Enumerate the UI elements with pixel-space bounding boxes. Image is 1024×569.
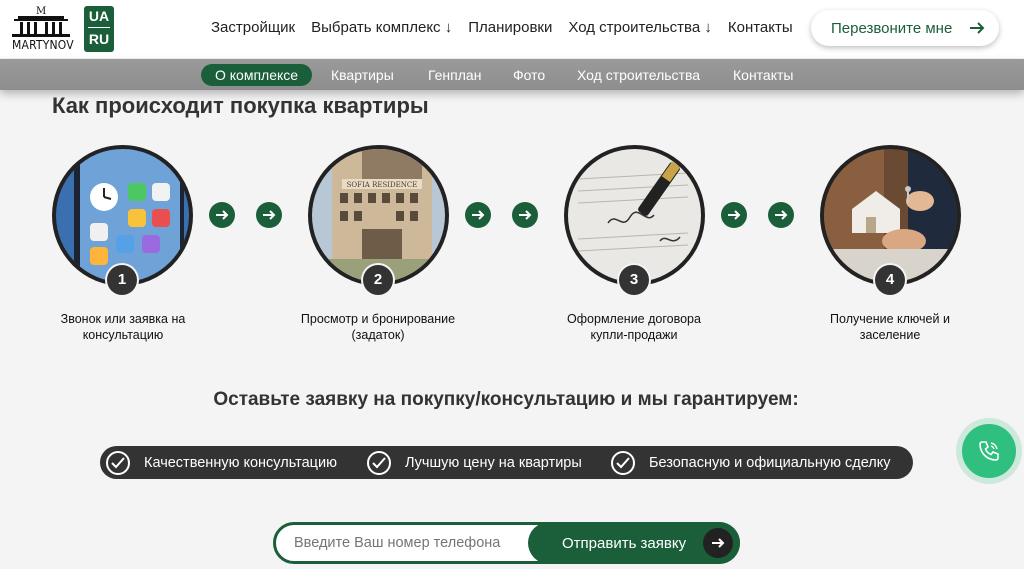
check-icon (611, 450, 635, 475)
logo-building-icon: M (12, 6, 70, 37)
step-2-number: 2 (363, 265, 393, 295)
step-3-label: Оформление договора купли-продажи (567, 312, 701, 342)
submit-button[interactable]: Отправить заявку (528, 522, 740, 564)
guarantee-label: Безопасную и официальную сделку (649, 454, 891, 471)
language-switcher[interactable]: UA RU (84, 6, 114, 52)
step-1-number: 1 (107, 265, 137, 295)
guarantee-label: Лучшую цену на квартиры (405, 454, 582, 471)
step-1-label: Звонок или заявка на консультацию (60, 312, 186, 342)
step-arrow-icon (209, 202, 235, 228)
check-icon (367, 450, 391, 475)
arrow-right-icon (703, 528, 733, 558)
step-4-number: 4 (875, 265, 905, 295)
step-arrow-icon (256, 202, 282, 228)
phone-input[interactable] (294, 535, 524, 551)
phone-call-icon (979, 441, 999, 461)
nav-developer[interactable]: Застройщик (211, 19, 295, 36)
step-2-label: Просмотр и бронирование (задаток) (300, 312, 456, 342)
header: M MARTYNOV UA RU Застройщик Выбрать комп… (0, 0, 1024, 58)
call-button[interactable] (962, 424, 1016, 478)
step-arrow-icon (512, 202, 538, 228)
lang-ua[interactable]: UA (84, 6, 114, 26)
step-3-number: 3 (619, 265, 649, 295)
subnav-contacts[interactable]: Контакты (733, 64, 793, 86)
nav-construction[interactable]: Ход строительства ↓ (568, 19, 712, 36)
step-arrow-icon (721, 202, 747, 228)
check-icon (106, 450, 130, 475)
subnav-photo[interactable]: Фото (513, 64, 545, 86)
nav-contacts[interactable]: Контакты (728, 19, 793, 36)
subnav-master-plan[interactable]: Генплан (428, 64, 481, 86)
submit-label: Отправить заявку (562, 534, 687, 552)
callback-label: Перезвоните мне (831, 19, 953, 37)
guarantee-item: Качественную консультацию (106, 446, 337, 479)
building-sign: SOFIA RESIDENCE (347, 181, 418, 189)
guarantee-item: Безопасную и официальную сделку (611, 446, 891, 479)
phone-icon (56, 149, 189, 282)
lang-divider (88, 27, 110, 28)
nav-layouts[interactable]: Планировки (468, 19, 552, 36)
step-arrow-icon (768, 202, 794, 228)
step-4-label: Получение ключей и заселение (830, 312, 950, 342)
keys-handover-photo (824, 149, 957, 282)
logo-text: MARTYNOV (12, 38, 74, 52)
subnav-construction[interactable]: Ход строительства (577, 64, 700, 86)
building-photo: SOFIA RESIDENCE (312, 149, 445, 282)
subnav-apartments[interactable]: Квартиры (331, 64, 394, 86)
subnav-about[interactable]: О комплексе (201, 64, 313, 86)
guarantee-heading: Оставьте заявку на покупку/консультацию … (213, 389, 799, 410)
page-title: Как происходит покупка квартиры (52, 93, 429, 118)
lang-ru[interactable]: RU (84, 29, 114, 49)
logo[interactable]: M MARTYNOV (12, 4, 74, 54)
contract-signing-photo (568, 149, 701, 282)
step-arrow-icon (465, 202, 491, 228)
sub-nav: О комплексе Квартиры Генплан Фото Ход ст… (0, 59, 1024, 90)
svg-text:M: M (36, 6, 46, 17)
callback-button[interactable]: Перезвоните мне (811, 10, 999, 46)
phone-form: Отправить заявку (273, 522, 740, 564)
guarantee-label: Качественную консультацию (144, 454, 337, 471)
nav-choose-complex[interactable]: Выбрать комплекс ↓ (311, 19, 452, 36)
guarantee-item: Лучшую цену на квартиры (367, 446, 582, 479)
guarantee-bar: Качественную консультацию Лучшую цену на… (100, 446, 913, 479)
main-nav: Застройщик Выбрать комплекс ↓ Планировки… (211, 19, 793, 36)
arrow-right-icon (970, 22, 985, 34)
